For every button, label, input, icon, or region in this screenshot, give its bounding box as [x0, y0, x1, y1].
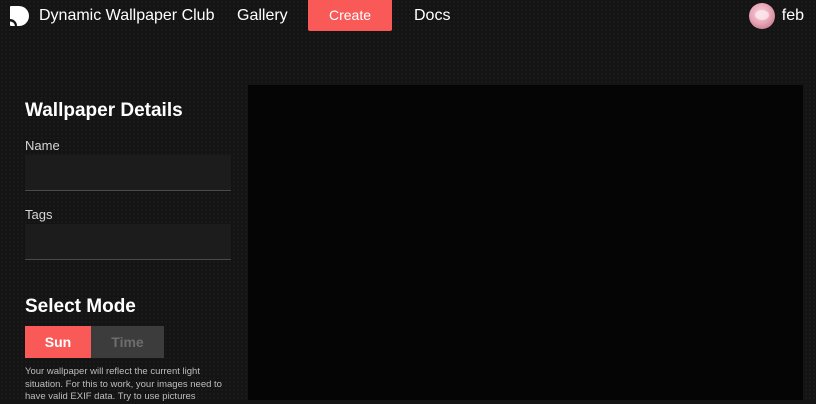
user-menu[interactable]: feb	[748, 2, 804, 29]
avatar	[748, 2, 775, 29]
wallpaper-details-title: Wallpaper Details	[25, 100, 183, 121]
mode-time-button[interactable]: Time	[91, 326, 164, 358]
nav-gallery-link[interactable]: Gallery	[237, 0, 288, 31]
nav-create-button[interactable]: Create	[308, 0, 392, 31]
select-mode-title: Select Mode	[25, 296, 136, 317]
name-label: Name	[25, 138, 60, 153]
tags-label: Tags	[25, 207, 53, 222]
mode-toggle: Sun Time	[25, 326, 164, 358]
brand-home-link[interactable]: Dynamic Wallpaper Club	[8, 4, 214, 28]
top-nav: Dynamic Wallpaper Club Gallery Create Do…	[0, 0, 816, 32]
user-name: feb	[781, 6, 804, 24]
brand-title: Dynamic Wallpaper Club	[39, 7, 215, 24]
nav-docs-link[interactable]: Docs	[414, 0, 450, 31]
dwc-logo-icon	[10, 6, 29, 26]
mode-description: Your wallpaper will reflect the current …	[25, 366, 222, 402]
tags-input[interactable]	[25, 224, 231, 260]
image-drop-area[interactable]	[248, 85, 803, 400]
mode-sun-button[interactable]: Sun	[25, 326, 91, 358]
name-input[interactable]	[25, 155, 231, 191]
